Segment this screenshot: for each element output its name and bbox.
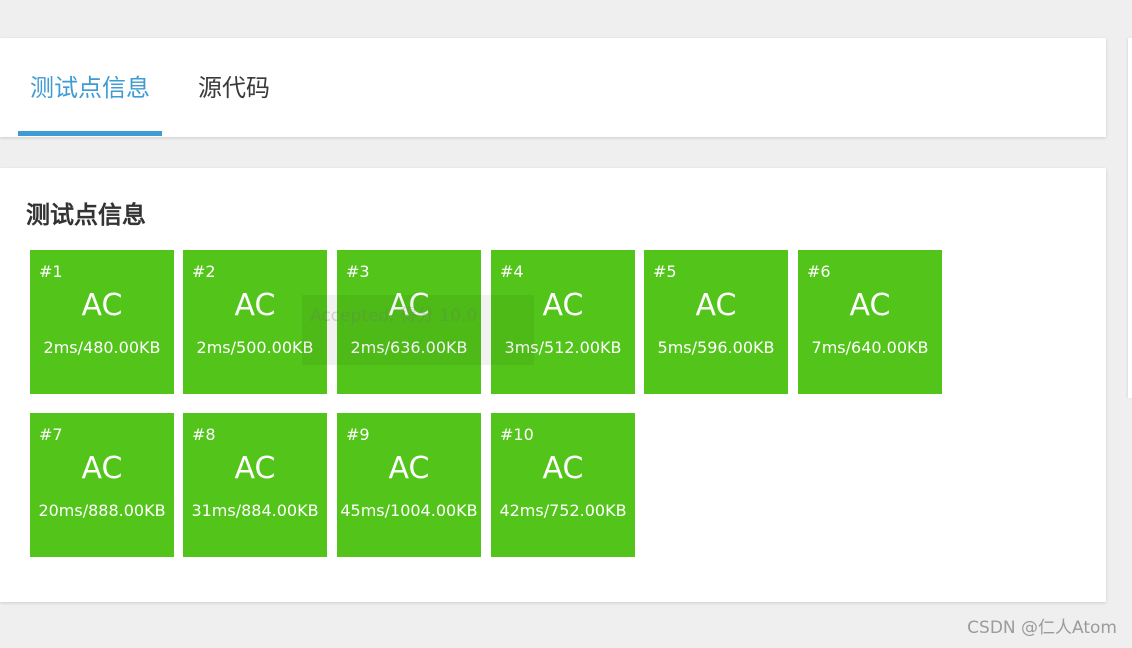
test-case-number: #4 bbox=[500, 262, 524, 281]
test-case-9[interactable]: #9 AC 45ms/1004.00KB bbox=[337, 413, 481, 557]
test-case-status: AC bbox=[542, 451, 584, 486]
test-case-number: #2 bbox=[192, 262, 216, 281]
test-case-status: AC bbox=[81, 451, 123, 486]
test-case-status: AC bbox=[542, 288, 584, 323]
tab-test-point-info[interactable]: 测试点信息 bbox=[30, 73, 150, 103]
tab-bar: 测试点信息 源代码 bbox=[0, 38, 1106, 137]
test-case-stats: 31ms/884.00KB bbox=[191, 501, 319, 520]
test-case-stats: 45ms/1004.00KB bbox=[340, 501, 478, 520]
test-case-1[interactable]: #1 AC 2ms/480.00KB bbox=[30, 250, 174, 394]
test-case-number: #5 bbox=[653, 262, 677, 281]
test-case-number: #1 bbox=[39, 262, 63, 281]
test-point-card: 测试点信息 #1 AC 2ms/480.00KB #2 AC 2ms/500.0… bbox=[0, 168, 1106, 602]
test-case-stats: 2ms/636.00KB bbox=[350, 338, 468, 357]
test-case-6[interactable]: #6 AC 7ms/640.00KB bbox=[798, 250, 942, 394]
side-panel-edge bbox=[1128, 38, 1132, 398]
test-case-5[interactable]: #5 AC 5ms/596.00KB bbox=[644, 250, 788, 394]
test-case-number: #6 bbox=[807, 262, 831, 281]
test-case-number: #10 bbox=[500, 425, 534, 444]
test-case-10[interactable]: #10 AC 42ms/752.00KB bbox=[491, 413, 635, 557]
test-case-status: AC bbox=[388, 288, 430, 323]
tab-source-code[interactable]: 源代码 bbox=[198, 73, 270, 103]
test-case-8[interactable]: #8 AC 31ms/884.00KB bbox=[183, 413, 327, 557]
test-case-7[interactable]: #7 AC 20ms/888.00KB bbox=[30, 413, 174, 557]
test-case-stats: 2ms/500.00KB bbox=[196, 338, 314, 357]
test-case-stats: 3ms/512.00KB bbox=[504, 338, 622, 357]
section-title: 测试点信息 bbox=[26, 201, 146, 229]
test-case-3[interactable]: #3 AC 2ms/636.00KB bbox=[337, 250, 481, 394]
test-case-status: AC bbox=[234, 451, 276, 486]
test-case-status: AC bbox=[81, 288, 123, 323]
test-case-number: #3 bbox=[346, 262, 370, 281]
watermark: CSDN @仁人Atom bbox=[967, 618, 1117, 638]
test-case-number: #7 bbox=[39, 425, 63, 444]
test-case-status: AC bbox=[388, 451, 430, 486]
test-case-number: #8 bbox=[192, 425, 216, 444]
test-case-stats: 42ms/752.00KB bbox=[499, 501, 627, 520]
test-case-2[interactable]: #2 AC 2ms/500.00KB bbox=[183, 250, 327, 394]
test-case-stats: 20ms/888.00KB bbox=[38, 501, 166, 520]
active-tab-indicator bbox=[18, 131, 162, 136]
test-case-status: AC bbox=[695, 288, 737, 323]
test-case-4[interactable]: #4 AC 3ms/512.00KB bbox=[491, 250, 635, 394]
test-case-stats: 7ms/640.00KB bbox=[811, 338, 929, 357]
test-case-number: #9 bbox=[346, 425, 370, 444]
test-case-status: AC bbox=[849, 288, 891, 323]
test-case-stats: 5ms/596.00KB bbox=[657, 338, 775, 357]
test-case-stats: 2ms/480.00KB bbox=[43, 338, 161, 357]
test-case-status: AC bbox=[234, 288, 276, 323]
